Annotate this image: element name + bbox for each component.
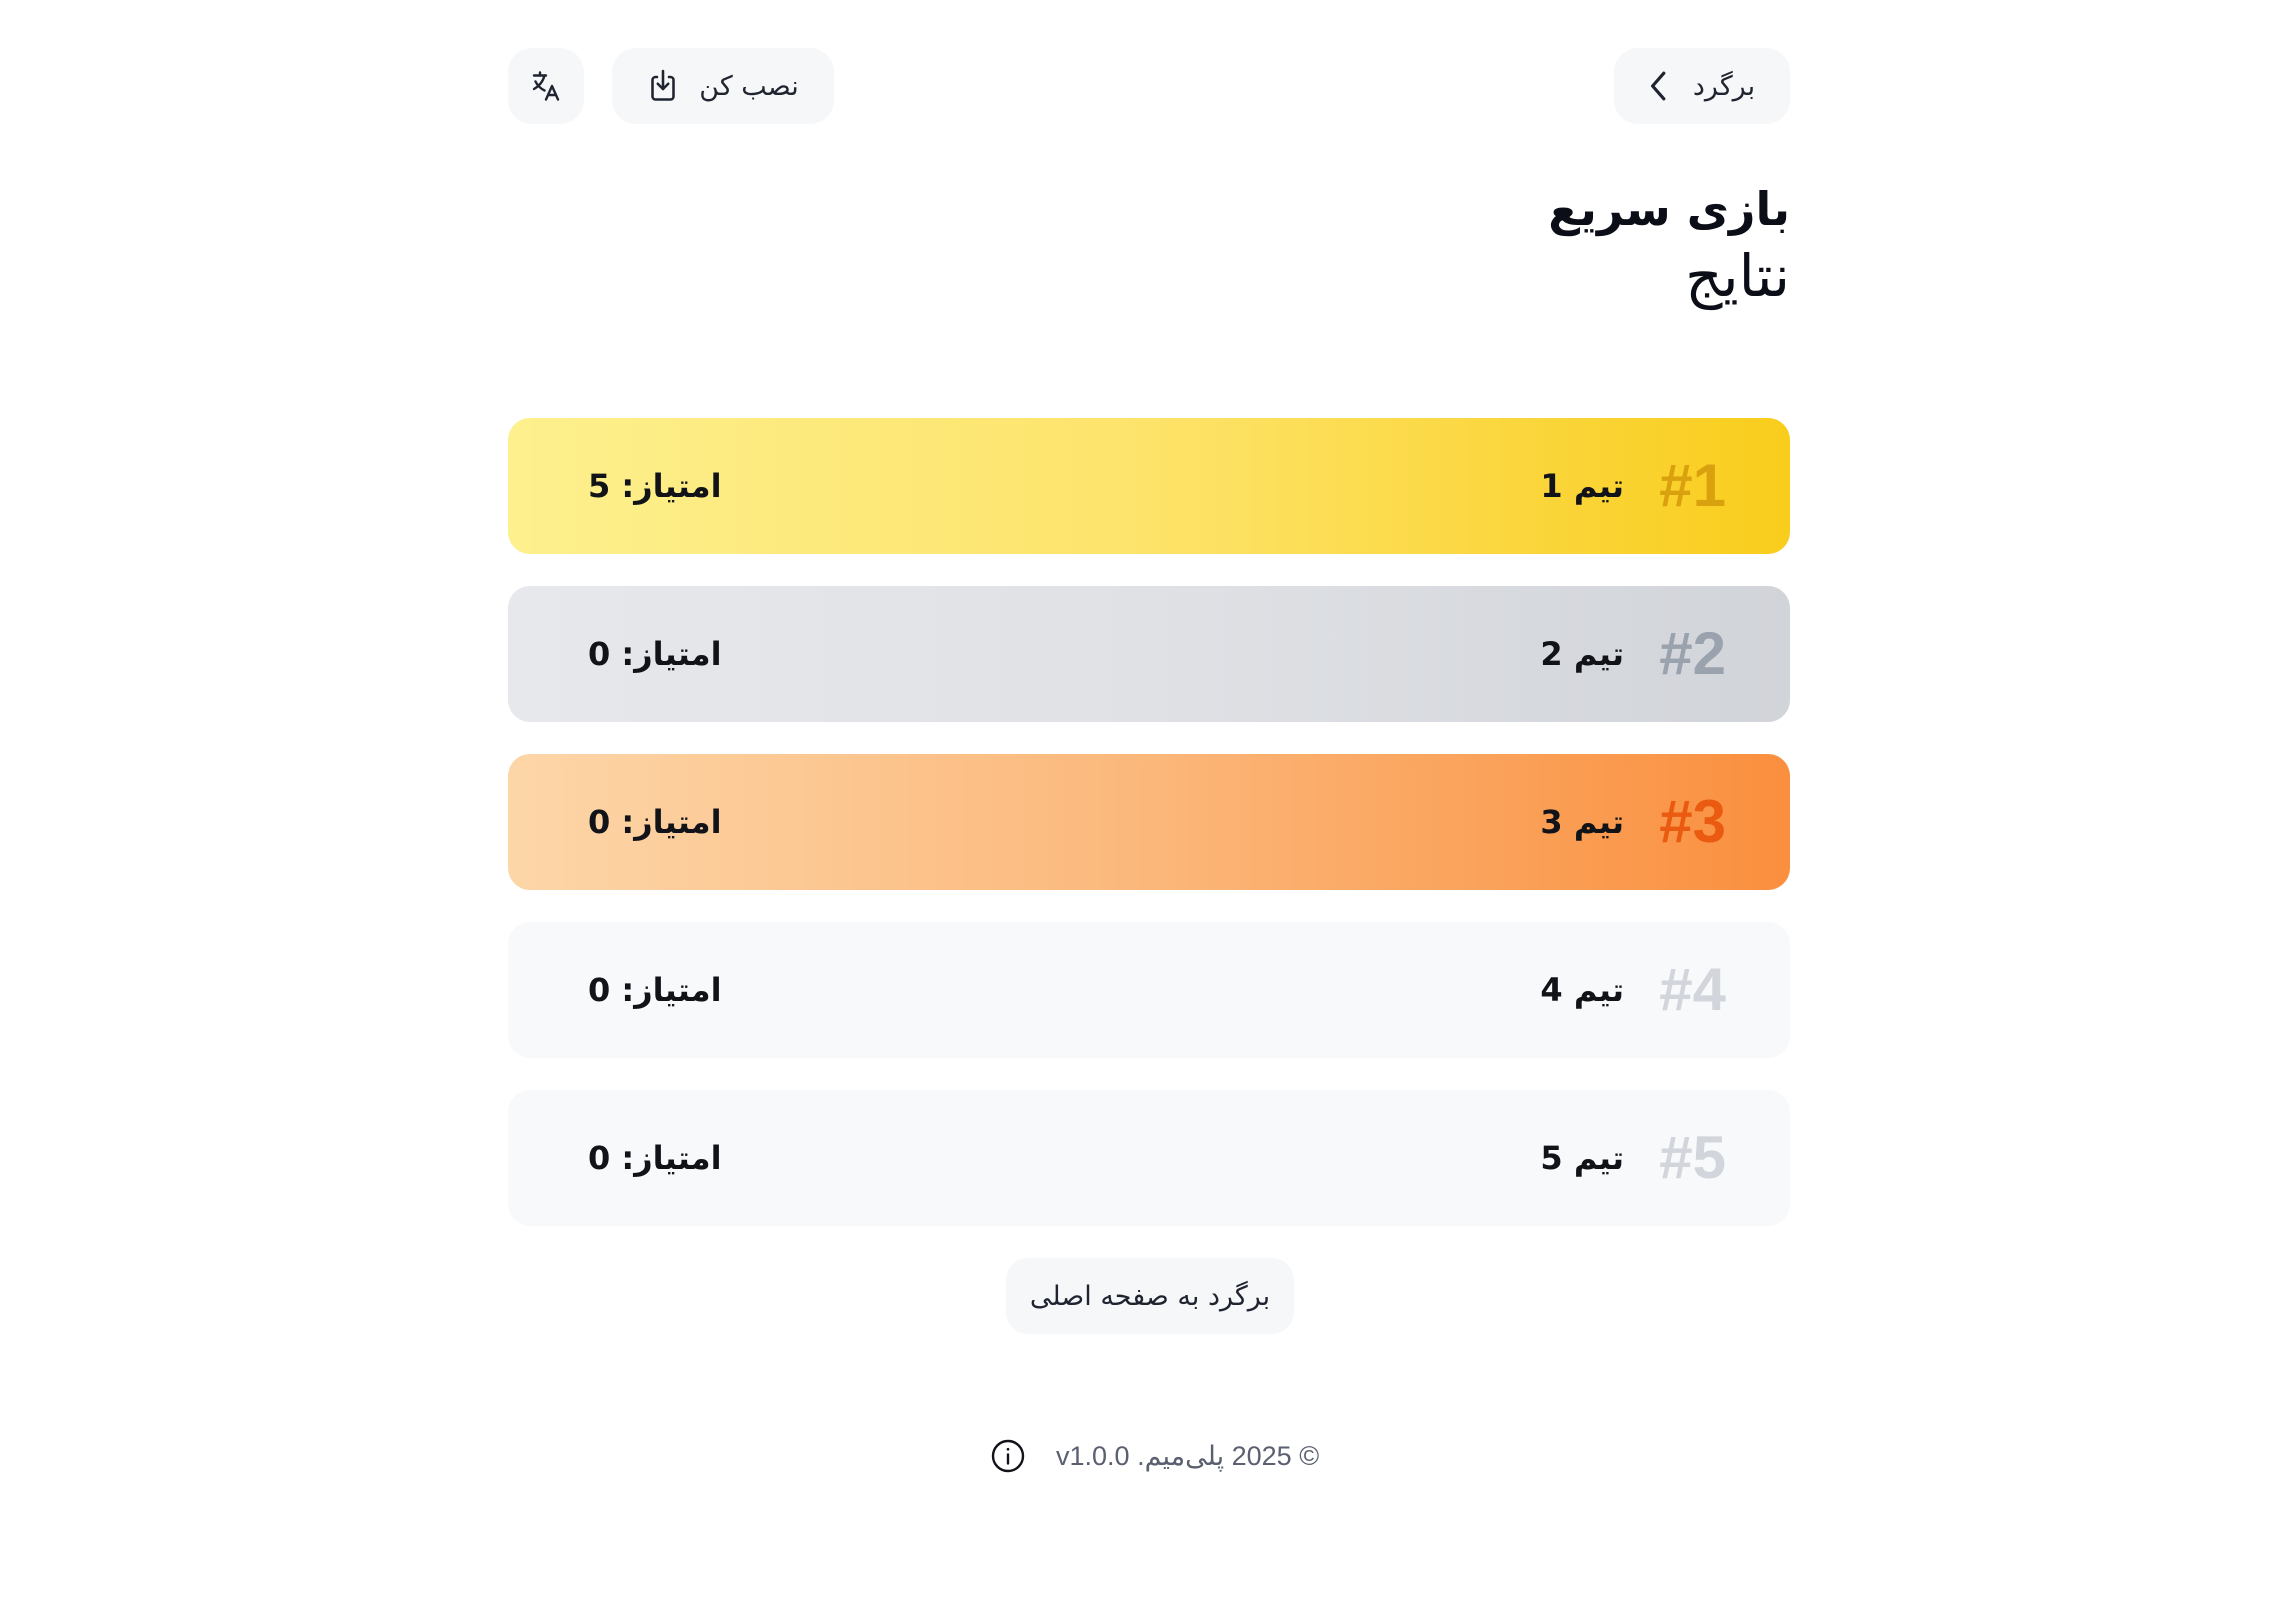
result-row-3: #3 تیم 3 امتیاز: 0	[508, 754, 1790, 890]
results-page: نصب کن برگرد بازی سریع نتایج #1 تیم 1 ام…	[0, 0, 2296, 1600]
language-button[interactable]	[508, 48, 584, 124]
result-row-5: #5 تیم 5 امتیاز: 0	[508, 1090, 1790, 1226]
result-row-1: #1 تیم 1 امتیاز: 5	[508, 418, 1790, 554]
download-icon	[647, 68, 679, 104]
team-score: امتیاز: 5	[588, 467, 722, 505]
back-to-home-button[interactable]: برگرد به صفحه اصلی	[1006, 1258, 1294, 1334]
team-score: امتیاز: 0	[588, 803, 722, 841]
chevron-right-icon	[1649, 70, 1669, 102]
translate-icon	[528, 68, 564, 104]
page-heading: بازی سریع نتایج	[1548, 178, 1790, 312]
team-name: تیم 4	[1540, 971, 1624, 1009]
install-label: نصب کن	[699, 70, 799, 102]
back-button[interactable]: برگرد	[1614, 48, 1790, 124]
footer-text: © 2025 پلی‌میم. v1.0.0	[1056, 1440, 1320, 1471]
game-title: بازی سریع	[1548, 182, 1790, 236]
team-name: تیم 5	[1540, 1139, 1624, 1177]
top-bar: نصب کن برگرد	[508, 48, 1790, 124]
rank-number: #5	[1659, 1124, 1726, 1191]
results-list: #1 تیم 1 امتیاز: 5 #2 تیم 2 امتیاز: 0 #3…	[508, 418, 1790, 1258]
install-button[interactable]: نصب کن	[612, 48, 834, 124]
team-score: امتیاز: 0	[588, 635, 722, 673]
team-name: تیم 3	[1540, 803, 1624, 841]
results-title: نتایج	[1685, 242, 1790, 310]
result-row-2: #2 تیم 2 امتیاز: 0	[508, 586, 1790, 722]
footer: © 2025 پلی‌میم. v1.0.0	[990, 1428, 1370, 1484]
team-score: امتیاز: 0	[588, 1139, 722, 1177]
team-name: تیم 1	[1540, 467, 1624, 505]
rank-number: #4	[1659, 956, 1726, 1023]
rank-number: #2	[1659, 620, 1726, 687]
rank-number: #3	[1659, 788, 1726, 855]
rank-number: #1	[1659, 452, 1726, 519]
back-label: برگرد	[1692, 70, 1756, 102]
info-icon[interactable]	[990, 1438, 1026, 1474]
team-score: امتیاز: 0	[588, 971, 722, 1009]
result-row-4: #4 تیم 4 امتیاز: 0	[508, 922, 1790, 1058]
team-name: تیم 2	[1540, 635, 1624, 673]
